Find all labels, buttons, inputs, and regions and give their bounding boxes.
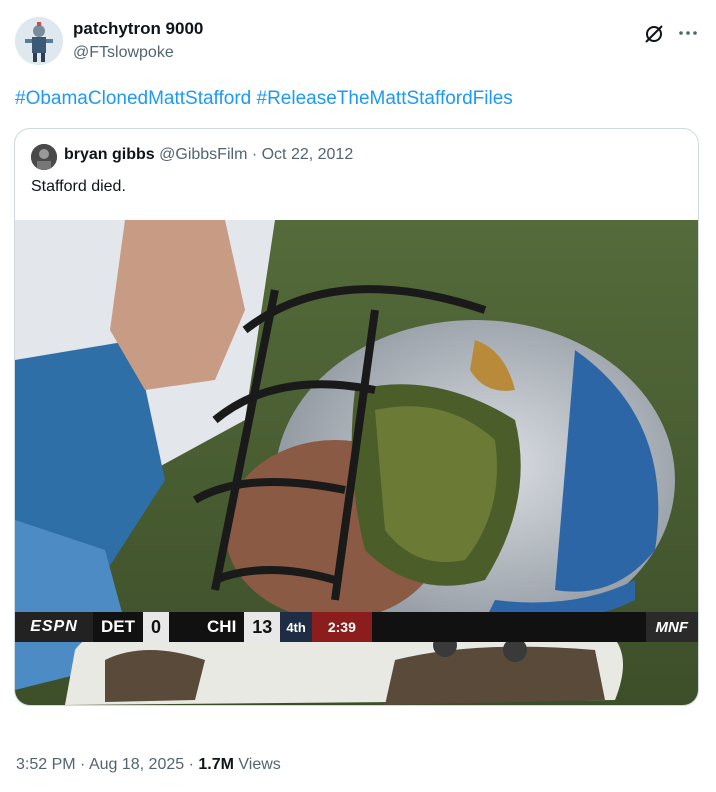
game-clock: 2:39: [311, 612, 372, 642]
team2-score: 13: [244, 612, 281, 642]
game-quarter: 4th: [280, 612, 312, 642]
network-logo: ESPN: [15, 612, 93, 642]
post-date[interactable]: Aug 18, 2025: [89, 756, 184, 773]
more-icon[interactable]: [677, 22, 699, 44]
author-avatar[interactable]: [15, 17, 63, 65]
broadcast-label: MNF: [645, 612, 698, 642]
separator-dot: ·: [247, 146, 262, 163]
views-label: Views: [238, 756, 281, 773]
hashtag-link[interactable]: #ObamaClonedMattStafford: [15, 88, 251, 109]
quote-tweet-card[interactable]: bryan gibbs @GibbsFilm · Oct 22, 2012 St…: [14, 128, 699, 706]
separator-dot: ·: [75, 756, 89, 773]
team2-label: CHI: [199, 612, 244, 642]
quote-text: Stafford died.: [31, 178, 126, 195]
tweet-text: #ObamaClonedMattStafford #ReleaseTheMatt…: [15, 88, 513, 110]
team1-label: DET: [93, 612, 143, 642]
views-count: 1.7M: [198, 756, 234, 773]
grok-icon[interactable]: [642, 22, 666, 46]
tweet: patchytron 9000 @FTslowpoke #ObamaCloned…: [0, 0, 716, 792]
author-handle[interactable]: @FTslowpoke: [73, 44, 174, 62]
team1-score: 0: [143, 612, 170, 642]
author-name[interactable]: patchytron 9000: [73, 19, 203, 39]
quote-date: Oct 22, 2012: [261, 146, 354, 163]
quote-header: bryan gibbs @GibbsFilm · Oct 22, 2012: [64, 146, 353, 164]
quote-author-avatar: [31, 144, 57, 170]
post-time[interactable]: 3:52 PM: [16, 756, 76, 773]
tweet-footer: 3:52 PM · Aug 18, 2025 · 1.7M Views: [16, 756, 281, 774]
hashtag-link[interactable]: #ReleaseTheMattStaffordFiles: [257, 88, 513, 109]
scorebug: ESPN DET 0 CHI 13 4th 2:39 MNF: [15, 612, 698, 642]
quote-author-handle: @GibbsFilm: [159, 146, 248, 163]
team1-name: DET: [101, 617, 135, 636]
separator-dot: ·: [184, 756, 199, 773]
team2-name: CHI: [207, 617, 237, 636]
quote-author-name: bryan gibbs: [64, 146, 155, 163]
